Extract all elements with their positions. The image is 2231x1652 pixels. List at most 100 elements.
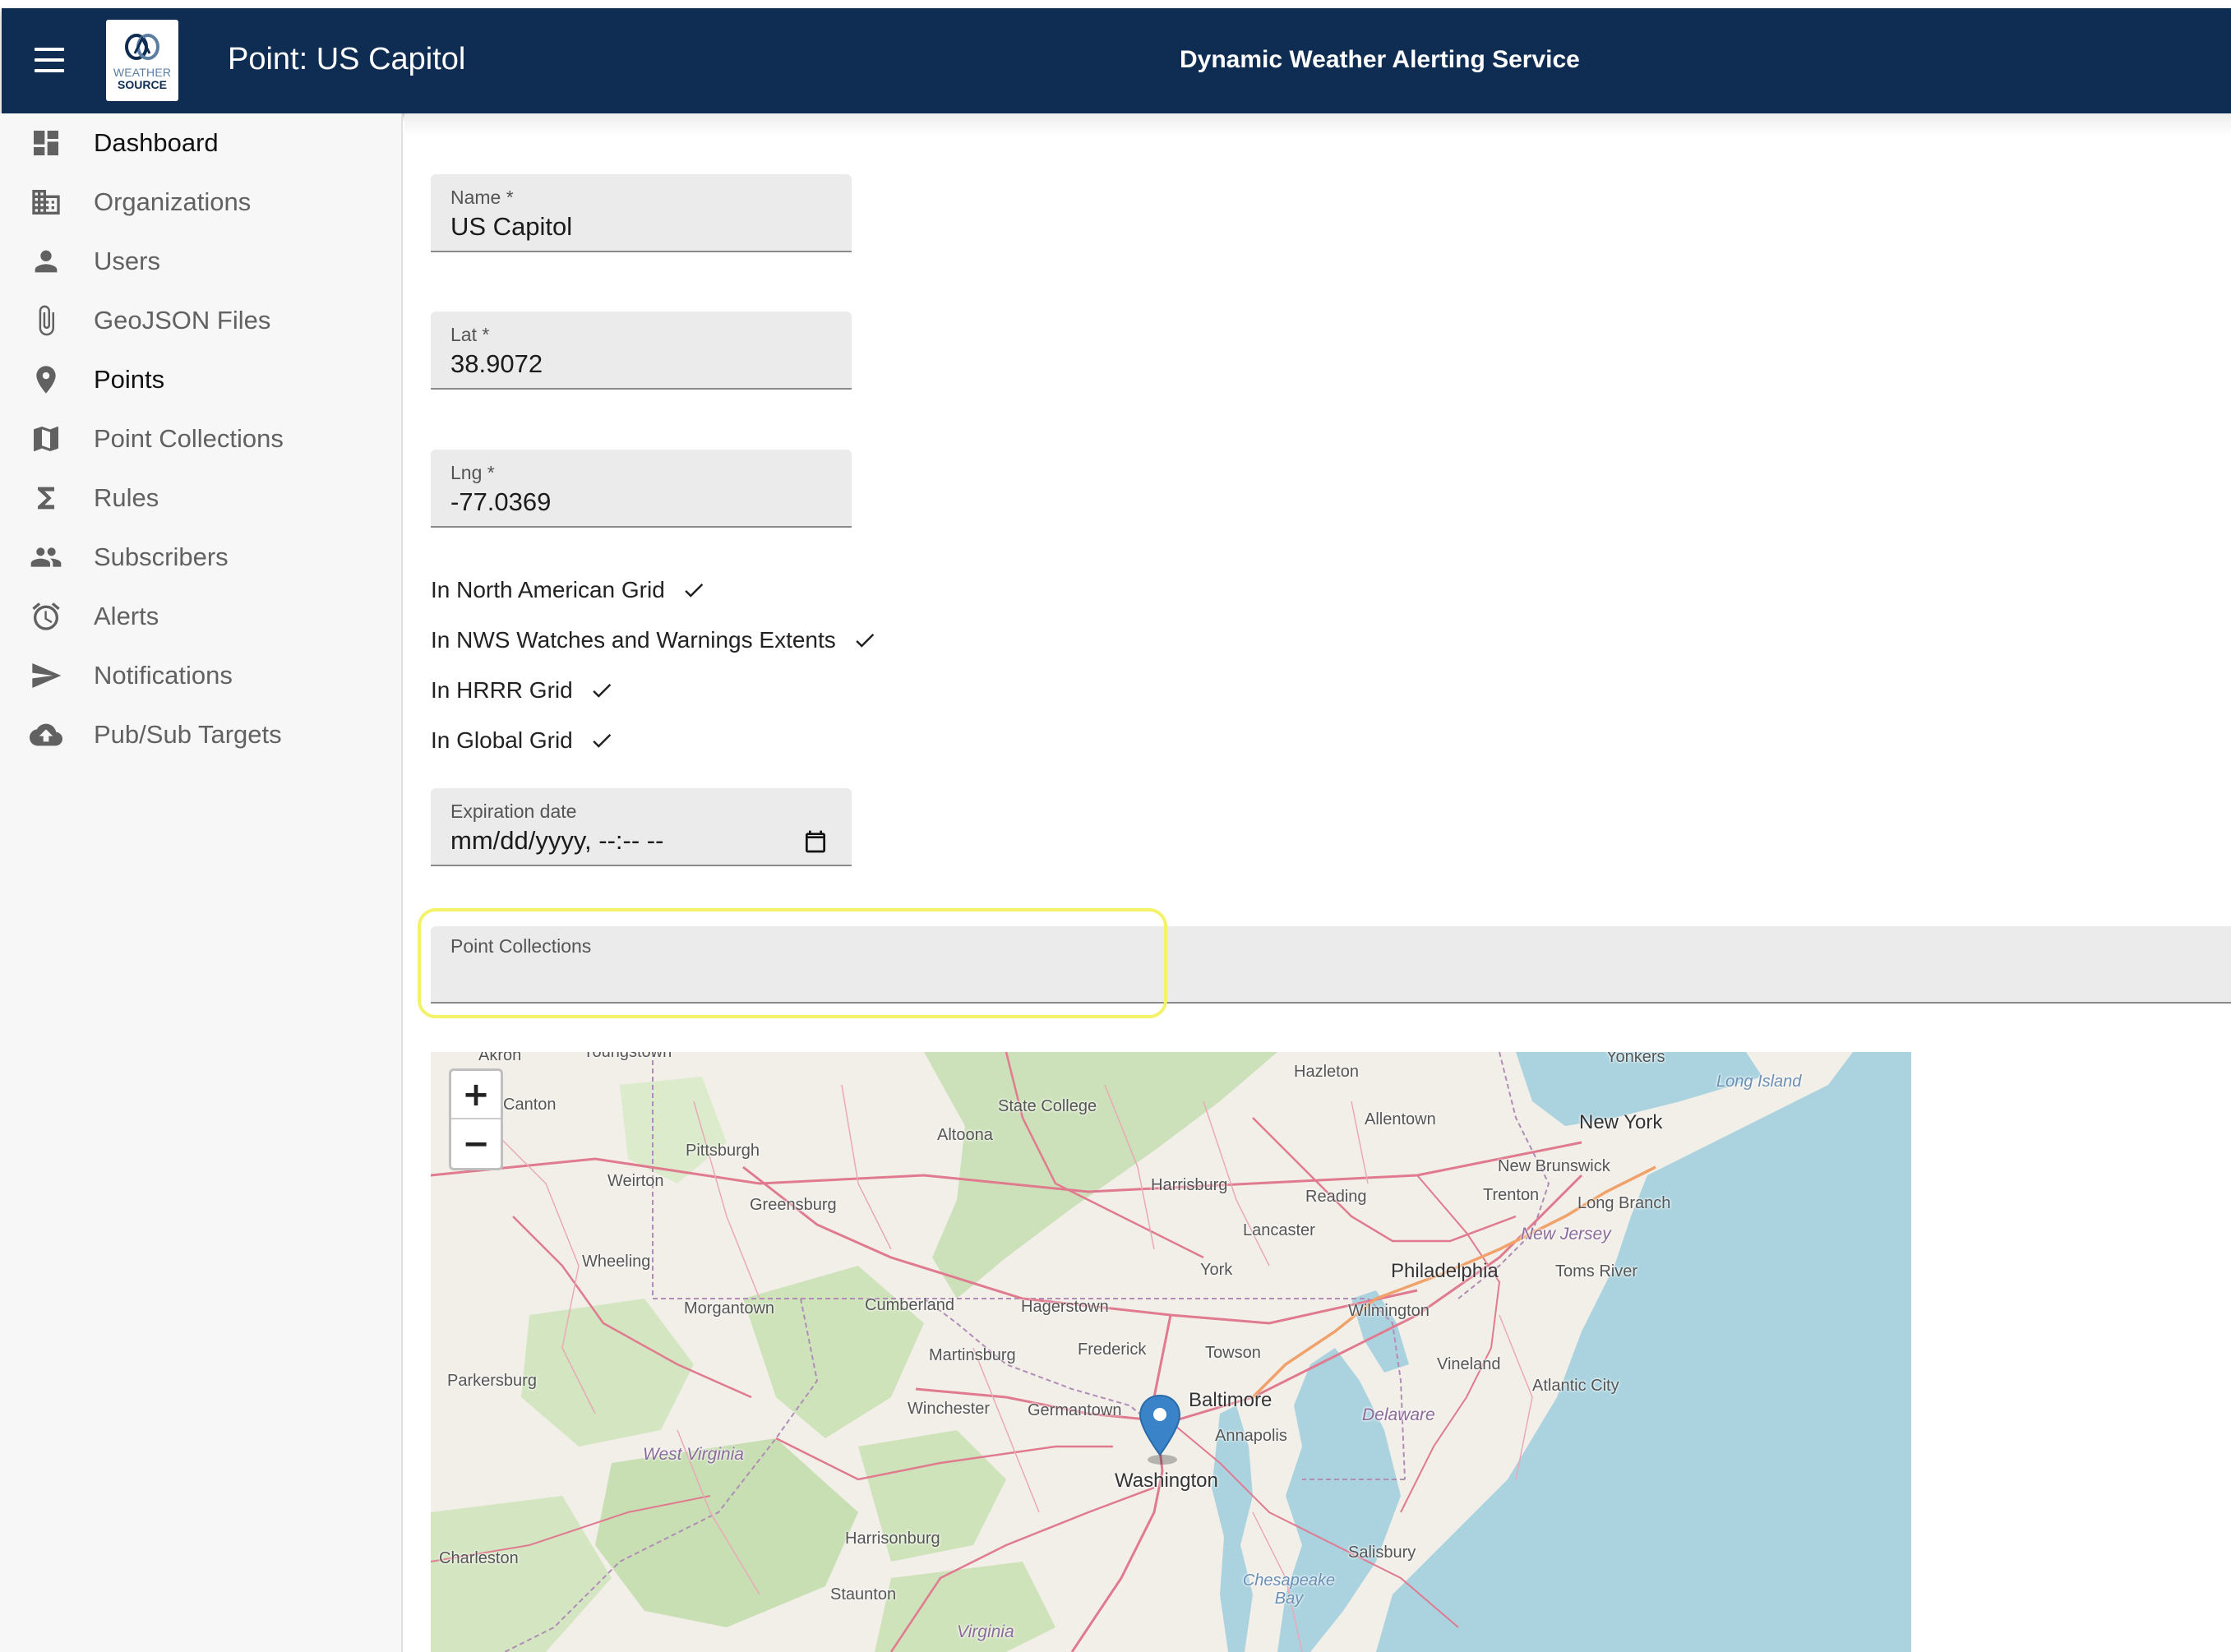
- sidebar-item-organizations[interactable]: Organizations: [0, 173, 401, 232]
- map-label: Long Island: [1716, 1073, 1802, 1091]
- map-icon: [28, 422, 67, 455]
- paperclip-icon: [28, 304, 67, 337]
- dashboard-icon: [28, 127, 67, 159]
- expiration-date-value[interactable]: mm/dd/yyyy, --:-- --: [450, 824, 663, 857]
- map-label: Chesapeake Bay: [1242, 1571, 1336, 1608]
- map-label: Morgantown: [684, 1299, 775, 1317]
- check-label: In NWS Watches and Warnings Extents: [431, 627, 836, 653]
- name-field-value[interactable]: US Capitol: [450, 210, 572, 243]
- logo-text-source: SOURCE: [118, 77, 167, 91]
- check-label: In HRRR Grid: [431, 677, 573, 703]
- point-collections-label: Point Collections: [450, 935, 592, 957]
- map-label: Towson: [1205, 1344, 1261, 1362]
- building-icon: [28, 186, 67, 219]
- checkmark-icon: [851, 628, 879, 653]
- calendar-icon[interactable]: [802, 828, 829, 856]
- zoom-out-button[interactable]: −: [451, 1120, 501, 1169]
- map-tiles: [431, 1052, 1911, 1652]
- weather-source-logo[interactable]: WEATHER SOURCE: [106, 20, 178, 101]
- check-global-grid: In Global Grid: [431, 724, 616, 757]
- map-label: West Virginia: [643, 1445, 744, 1464]
- sidebar-item-point-collections[interactable]: Point Collections: [0, 409, 401, 468]
- people-icon: [28, 541, 67, 574]
- sidebar-item-label: Organizations: [94, 187, 252, 216]
- map-label: Hagerstown: [1021, 1298, 1109, 1316]
- map-label: New York: [1579, 1111, 1663, 1133]
- map-label: State College: [998, 1097, 1097, 1115]
- check-north-american-grid: In North American Grid: [431, 574, 708, 607]
- sidebar-item-geojson-files[interactable]: GeoJSON Files: [0, 291, 401, 350]
- map-label: Delaware: [1362, 1405, 1435, 1424]
- lng-field-value[interactable]: -77.0369: [450, 486, 551, 519]
- sidebar-item-label: Subscribers: [94, 542, 229, 571]
- sidebar-item-dashboard[interactable]: Dashboard: [0, 113, 401, 173]
- map-label: Germantown: [1028, 1401, 1122, 1419]
- check-hrrr-grid: In HRRR Grid: [431, 674, 616, 707]
- map-marker-icon[interactable]: [1138, 1394, 1182, 1466]
- sidebar-item-pubsub-targets[interactable]: Pub/Sub Targets: [0, 705, 401, 764]
- window-top-strip: [0, 0, 2231, 8]
- map-label: Vineland: [1437, 1355, 1501, 1373]
- logo-text-weather: WEATHER: [113, 65, 172, 79]
- person-icon: [28, 245, 67, 278]
- lat-field-value[interactable]: 38.9072: [450, 348, 543, 381]
- map-label: Pittsburgh: [686, 1142, 760, 1160]
- map-label: Parkersburg: [447, 1372, 537, 1390]
- map-label: Baltimore: [1189, 1389, 1273, 1411]
- map-label: New Brunswick: [1498, 1157, 1610, 1175]
- map-label: Lancaster: [1243, 1221, 1315, 1239]
- lat-field-label: Lat *: [450, 324, 490, 345]
- map-label: Cumberland: [865, 1296, 954, 1314]
- checkmark-icon: [588, 728, 616, 753]
- map-label: Frederick: [1078, 1341, 1147, 1359]
- page-title: Point: US Capitol: [228, 42, 466, 76]
- sidebar-item-notifications[interactable]: Notifications: [0, 646, 401, 705]
- zoom-in-button[interactable]: +: [451, 1071, 501, 1119]
- map-label: Greensburg: [750, 1196, 837, 1214]
- sidebar-item-users[interactable]: Users: [0, 232, 401, 291]
- app-root: WEATHER SOURCE Point: US Capitol Dynamic…: [0, 0, 2231, 1652]
- sidebar-item-rules[interactable]: Rules: [0, 468, 401, 528]
- map-label: Winchester: [908, 1400, 991, 1418]
- expiration-date-field[interactable]: Expiration date mm/dd/yyyy, --:-- --: [431, 788, 852, 866]
- checkmark-icon: [588, 678, 616, 703]
- map-label: Altoona: [937, 1126, 993, 1144]
- sidebar-item-label: Rules: [94, 483, 159, 512]
- check-label: In North American Grid: [431, 577, 665, 602]
- name-field[interactable]: Name * US Capitol: [431, 174, 852, 252]
- map-view[interactable]: + − Akron Youngstown Canton Yonkers Hazl…: [431, 1052, 1911, 1652]
- send-icon: [28, 659, 67, 692]
- map-label: Wilmington: [1348, 1302, 1430, 1320]
- sidebar-item-alerts[interactable]: Alerts: [0, 587, 401, 646]
- map-label: Trenton: [1483, 1186, 1540, 1204]
- sidebar-item-points[interactable]: Points: [0, 350, 401, 409]
- menu-icon[interactable]: [31, 43, 71, 79]
- check-nws-extents: In NWS Watches and Warnings Extents: [431, 624, 879, 657]
- lat-field[interactable]: Lat * 38.9072: [431, 311, 852, 390]
- cloud-upload-icon: [28, 718, 67, 751]
- point-collections-select[interactable]: Point Collections: [431, 926, 2231, 1004]
- sidebar-item-label: Points: [94, 365, 165, 394]
- sidebar-item-label: Users: [94, 247, 160, 275]
- checkmark-icon: [680, 578, 708, 602]
- sidebar-item-label: Point Collections: [94, 424, 284, 453]
- map-label: York: [1200, 1261, 1233, 1279]
- zoom-control: + −: [449, 1068, 503, 1170]
- map-label: Harrisonburg: [845, 1530, 940, 1548]
- service-title: Dynamic Weather Alerting Service: [1180, 46, 1580, 73]
- sidebar-item-subscribers[interactable]: Subscribers: [0, 528, 401, 587]
- map-label: Toms River: [1555, 1262, 1638, 1281]
- alarm-clock-icon: [28, 600, 67, 633]
- map-label: Washington: [1115, 1470, 1218, 1492]
- map-label: Virginia: [957, 1622, 1014, 1641]
- sidebar-item-label: Notifications: [94, 661, 233, 690]
- lng-field[interactable]: Lng * -77.0369: [431, 450, 852, 528]
- map-label: Charleston: [439, 1549, 519, 1567]
- sidebar-item-label: Alerts: [94, 602, 159, 630]
- map-label: Akron: [478, 1052, 522, 1064]
- map-label: Weirton: [607, 1172, 664, 1190]
- location-pin-icon: [28, 363, 67, 396]
- map-label: New Jersey: [1521, 1225, 1611, 1244]
- sidebar-item-label: Dashboard: [94, 128, 219, 157]
- sidebar: Dashboard Organizations Users GeoJSON Fi…: [0, 113, 403, 1652]
